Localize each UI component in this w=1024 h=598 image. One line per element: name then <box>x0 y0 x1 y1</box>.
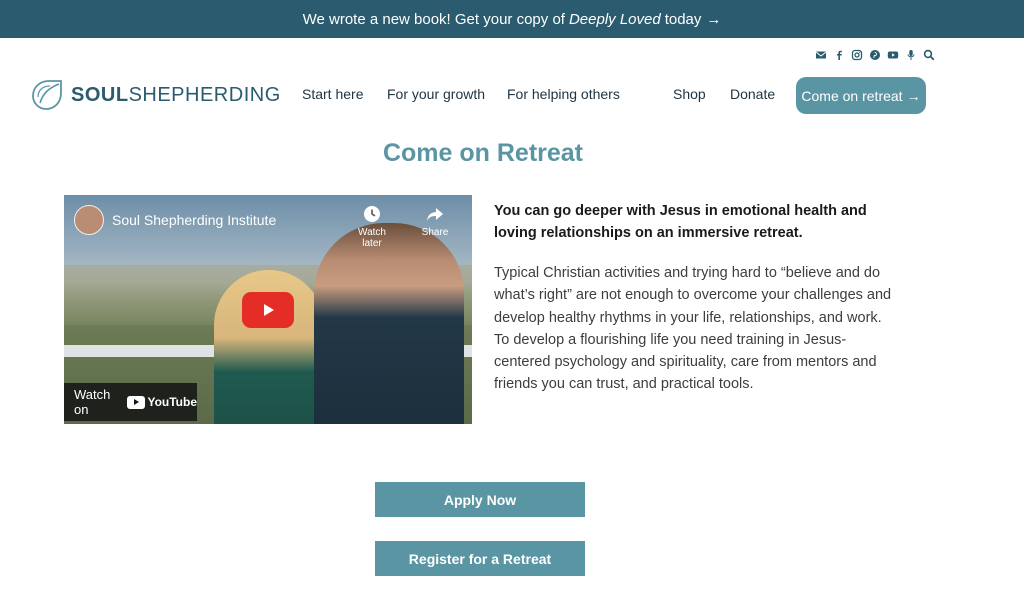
leaf-logo-icon <box>32 80 62 110</box>
announcement-suffix: today <box>664 10 702 28</box>
cta-label: Come on retreat <box>801 87 903 104</box>
search-icon[interactable] <box>923 49 935 61</box>
nav-for-your-growth[interactable]: For your growth <box>387 86 485 102</box>
arrow-right-icon: → <box>906 87 921 104</box>
arrow-right-icon: → <box>706 10 722 28</box>
share-arrow-icon <box>427 208 443 221</box>
microphone-icon[interactable] <box>905 49 917 61</box>
play-button[interactable] <box>242 292 294 328</box>
youtube-play-icon <box>127 395 146 409</box>
watch-later-button[interactable]: Watch later <box>347 205 397 249</box>
nav-shop[interactable]: Shop <box>673 86 706 102</box>
announcement-bar[interactable]: We wrote a new book! Get your copy of De… <box>0 0 1024 38</box>
body-paragraph: Typical Christian activities and trying … <box>494 265 892 393</box>
video-person-man <box>314 223 464 424</box>
video-channel-name[interactable]: Soul Shepherding Institute <box>112 212 276 228</box>
nav-donate[interactable]: Donate <box>730 86 775 102</box>
clock-icon <box>364 206 380 222</box>
register-retreat-button[interactable]: Register for a Retreat <box>375 541 585 576</box>
apply-now-button[interactable]: Apply Now <box>375 482 585 517</box>
nav-for-helping-others[interactable]: For helping others <box>507 86 620 102</box>
site-logo[interactable]: SOULSHEPHERDING <box>29 76 281 114</box>
instagram-icon[interactable] <box>851 49 863 61</box>
announcement-text: We wrote a new book! Get your copy of <box>302 10 565 28</box>
play-icon <box>264 304 274 316</box>
email-icon[interactable] <box>815 49 827 61</box>
nav-start-here[interactable]: Start here <box>302 86 363 102</box>
social-links <box>815 49 935 61</box>
share-label: Share <box>421 227 449 238</box>
pinterest-icon[interactable] <box>869 49 881 61</box>
share-button[interactable]: Share <box>410 205 460 238</box>
watch-later-label: Watch later <box>358 227 386 249</box>
lead-paragraph: You can go deeper with Jesus in emotiona… <box>494 203 867 241</box>
youtube-wordmark: YouTube <box>147 395 197 409</box>
watch-on-youtube-button[interactable]: Watch on YouTube <box>64 383 197 421</box>
come-on-retreat-button[interactable]: Come on retreat → <box>796 77 926 114</box>
video-embed[interactable]: Soul Shepherding Institute Watch later S… <box>64 195 472 424</box>
page-title: Come on Retreat <box>382 139 584 167</box>
youtube-logo: YouTube <box>127 395 197 409</box>
book-title: Deeply Loved <box>568 10 661 28</box>
watch-on-label: Watch on <box>74 387 111 417</box>
channel-avatar[interactable] <box>74 205 104 235</box>
youtube-icon[interactable] <box>887 49 899 61</box>
facebook-icon[interactable] <box>833 49 845 61</box>
logo-wordmark: SOULSHEPHERDING <box>71 83 281 106</box>
